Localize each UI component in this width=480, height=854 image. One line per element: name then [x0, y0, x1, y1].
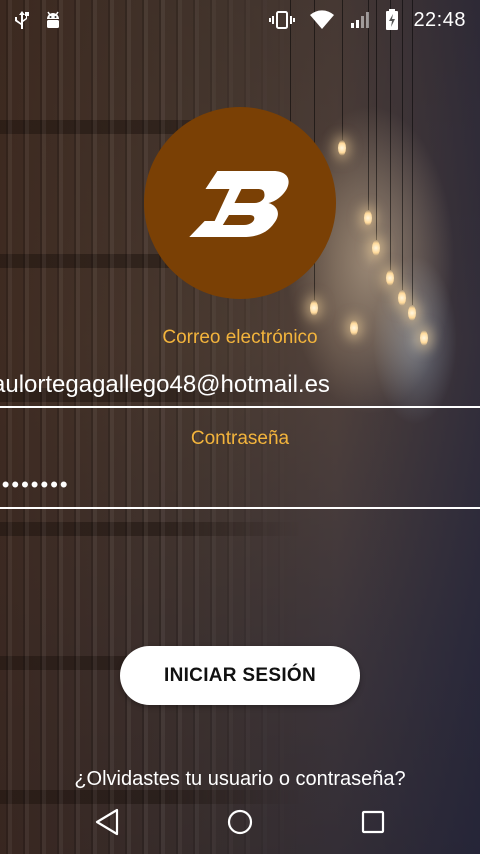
email-label: Correo electrónico	[162, 327, 318, 348]
password-underline	[0, 507, 480, 509]
navigation-bar	[0, 790, 480, 854]
home-button[interactable]	[220, 802, 260, 842]
signal-icon	[349, 10, 371, 30]
battery-charging-icon	[385, 9, 399, 31]
wifi-icon	[309, 10, 335, 30]
password-field[interactable]: ••••••••	[0, 472, 480, 498]
recents-icon	[361, 810, 385, 834]
password-label: Contraseña	[190, 428, 290, 449]
email-field[interactable]: aulortegagallego48@hotmail.es	[0, 371, 480, 399]
recents-button[interactable]	[353, 802, 393, 842]
home-icon	[227, 809, 253, 835]
back-button[interactable]	[87, 802, 127, 842]
status-time: 22:48	[413, 8, 466, 31]
forgot-credentials-link[interactable]: ¿Olvidastes tu usuario o contraseña?	[0, 768, 480, 791]
email-underline	[0, 406, 480, 408]
vibrate-icon	[269, 10, 296, 30]
logo-b-icon	[189, 171, 289, 237]
usb-icon	[14, 10, 30, 30]
login-button[interactable]: INICIAR SESIÓN	[120, 646, 360, 705]
android-debug-icon	[44, 10, 62, 30]
status-right: 22:48	[269, 9, 466, 32]
app-logo	[144, 107, 336, 299]
status-bar: 22:48	[0, 0, 480, 40]
back-icon	[95, 808, 119, 836]
status-left	[14, 10, 62, 30]
